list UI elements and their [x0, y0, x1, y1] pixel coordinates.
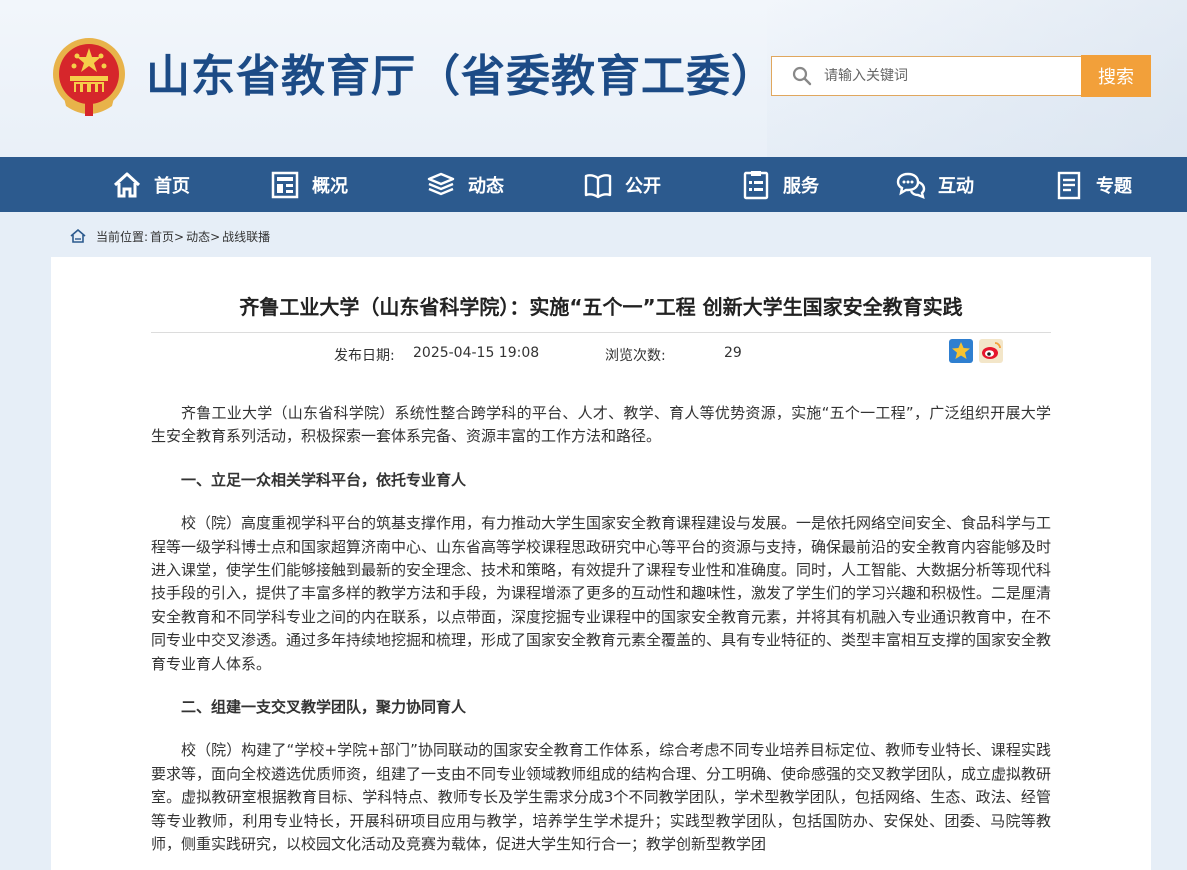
share-favorite-star-icon[interactable] [949, 339, 973, 363]
nav-item-home[interactable]: 首页 [112, 157, 190, 212]
nav-item-public[interactable]: 公开 [583, 157, 661, 212]
paragraph-intro: 齐鲁工业大学（山东省科学院）系统性整合跨学科的平台、人才、教学、育人等优势资源，… [151, 404, 1051, 446]
publish-date-value: 2025-04-15 19:08 [413, 345, 540, 361]
news-stack-icon [427, 172, 455, 195]
building-icon [271, 171, 299, 198]
site-header: 山东省教育厅（省委教育工委） 搜索 [0, 0, 1187, 157]
nav-label: 互动 [938, 175, 974, 197]
publish-date-label: 发布日期: [334, 348, 395, 364]
national-emblem-icon [53, 38, 125, 116]
views-count: 29 [724, 345, 742, 361]
breadcrumb-item-home[interactable]: 首页> [150, 228, 184, 245]
chat-bubbles-icon [896, 172, 926, 199]
service-list-icon [743, 170, 769, 199]
title-divider [151, 332, 1051, 333]
nav-label: 服务 [783, 175, 819, 197]
section-heading-2: 二、组建一支交叉教学团队，聚力协同育人 [181, 698, 467, 717]
article-card: 齐鲁工业大学（山东省科学院）：实施“五个一”工程 创新大学生国家安全教育实践 发… [51, 257, 1151, 870]
document-icon [1057, 171, 1081, 199]
nav-label: 动态 [468, 175, 504, 197]
article-title: 齐鲁工业大学（山东省科学院）：实施“五个一”工程 创新大学生国家安全教育实践 [239, 295, 963, 319]
views-label: 浏览次数: [605, 348, 666, 364]
home-icon [70, 229, 86, 243]
nav-item-overview[interactable]: 概况 [270, 157, 348, 212]
search-icon [792, 66, 812, 86]
share-weibo-icon[interactable] [979, 339, 1003, 363]
nav-item-service[interactable]: 服务 [741, 157, 819, 212]
site-title[interactable]: 山东省教育厅（省委教育工委） [146, 40, 776, 104]
breadcrumb: 当前位置: 首页> 动态> 战线联播 [70, 227, 272, 245]
main-nav: 首页 概况 动态 公开 服务 互动 专题 [0, 157, 1187, 212]
nav-label: 首页 [154, 175, 190, 197]
breadcrumb-item-current[interactable]: 战线联播 [222, 228, 270, 245]
paragraph-section-1: 校（院）高度重视学科平台的筑基支撑作用，有力推动大学生国家安全教育课程建设与发展… [151, 514, 1052, 673]
section-heading-1: 一、立足一众相关学科平台，依托专业育人 [181, 470, 467, 489]
nav-label: 专题 [1096, 175, 1132, 197]
breadcrumb-item-news[interactable]: 动态> [186, 228, 220, 245]
nav-label: 概况 [312, 175, 348, 197]
nav-item-interaction[interactable]: 互动 [896, 157, 974, 212]
breadcrumb-prefix: 当前位置: [96, 229, 149, 244]
search-button[interactable]: 搜索 [1081, 55, 1151, 97]
nav-item-news[interactable]: 动态 [426, 157, 504, 212]
article-body: 齐鲁工业大学（山东省科学院）系统性整合跨学科的平台、人才、教学、育人等优势资源，… [151, 402, 1051, 870]
open-book-icon [584, 173, 612, 198]
search-input[interactable] [824, 68, 1064, 84]
paragraph-section-2: 校（院）构建了“学校+学院+部门”协同联动的国家安全教育工作体系，综合考虑不同专… [151, 741, 1052, 854]
nav-label: 公开 [625, 175, 661, 197]
search-box[interactable] [771, 56, 1081, 96]
nav-item-special[interactable]: 专题 [1054, 157, 1132, 212]
home-icon [113, 172, 141, 197]
